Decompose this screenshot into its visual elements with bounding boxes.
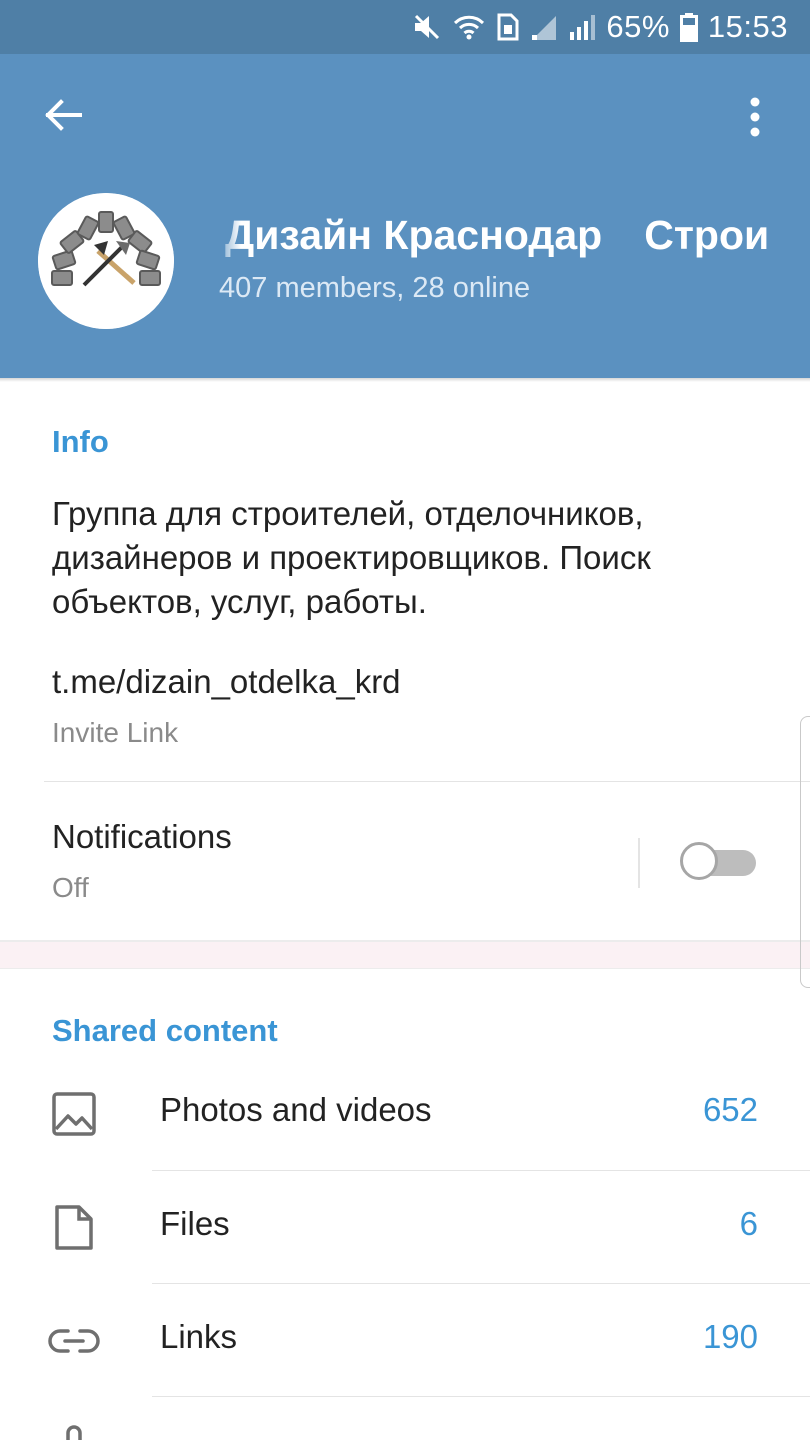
- divider: [44, 781, 810, 782]
- info-section-title: Info: [52, 424, 109, 459]
- clock: 15:53: [707, 9, 788, 44]
- sim-card-icon: [497, 13, 519, 41]
- status-icons: 65% 15:53: [412, 0, 788, 54]
- back-button[interactable]: [30, 82, 96, 148]
- group-description: Группа для строителей, отделочников, диз…: [52, 495, 651, 620]
- link-icon: [48, 1329, 100, 1353]
- notifications-value: Off: [52, 872, 89, 903]
- shared-item-count: 190: [702, 1318, 758, 1355]
- battery-icon: [679, 13, 698, 42]
- battery-percent: 65%: [606, 9, 670, 44]
- toggle-knob: [680, 842, 718, 880]
- wifi-icon: [454, 15, 485, 40]
- file-icon: [55, 1205, 93, 1250]
- shared-item-label: Links: [160, 1318, 238, 1355]
- status-bar: 65% 15:53: [0, 0, 810, 54]
- row-divider: [152, 1396, 810, 1397]
- section-separator: [0, 940, 810, 969]
- group-title-main: Дизайн Краснодар: [225, 212, 603, 258]
- vertical-separator: [638, 838, 640, 888]
- shared-item-count: 6: [739, 1205, 758, 1242]
- voice-icon-partial: [66, 1425, 82, 1440]
- image-icon: [52, 1092, 96, 1136]
- mute-icon: [415, 14, 440, 40]
- member-count: 407 members, 28 online: [219, 272, 531, 304]
- invite-link[interactable]: t.me/dizain_otdelka_krd: [52, 663, 401, 701]
- signal-2-icon: [570, 15, 596, 40]
- group-logo: [38, 193, 174, 329]
- shared-item-count: 652: [702, 1091, 758, 1128]
- back-arrow-icon: [45, 99, 82, 131]
- notifications-label[interactable]: Notifications: [52, 818, 232, 856]
- scrollbar-handle[interactable]: [800, 716, 810, 988]
- group-title-overflow: Строи: [644, 212, 770, 258]
- group-title: Дизайн Краснодар Строи: [225, 212, 810, 259]
- shared-item-label: Files: [160, 1205, 230, 1242]
- signal-1-icon: [532, 16, 557, 40]
- group-info-screen: 65% 15:53 Дизайн Краснодар Строи 407 mem…: [0, 0, 810, 1440]
- group-avatar[interactable]: [38, 193, 174, 329]
- shared-item-label: Photos and videos: [160, 1091, 432, 1128]
- notifications-toggle[interactable]: [678, 838, 758, 886]
- shared-row-links[interactable]: Links 190: [0, 1284, 810, 1397]
- shared-row-photos[interactable]: Photos and videos 652: [0, 1057, 810, 1170]
- shared-row-files[interactable]: Files 6: [0, 1171, 810, 1284]
- invite-link-caption: Invite Link: [52, 717, 179, 748]
- header-shadow: [0, 378, 810, 382]
- more-options-button[interactable]: [730, 82, 780, 148]
- more-vert-icon: [750, 97, 760, 137]
- shared-content-title: Shared content: [52, 1013, 278, 1048]
- group-header: Дизайн Краснодар Строи 407 members, 28 on…: [0, 54, 810, 378]
